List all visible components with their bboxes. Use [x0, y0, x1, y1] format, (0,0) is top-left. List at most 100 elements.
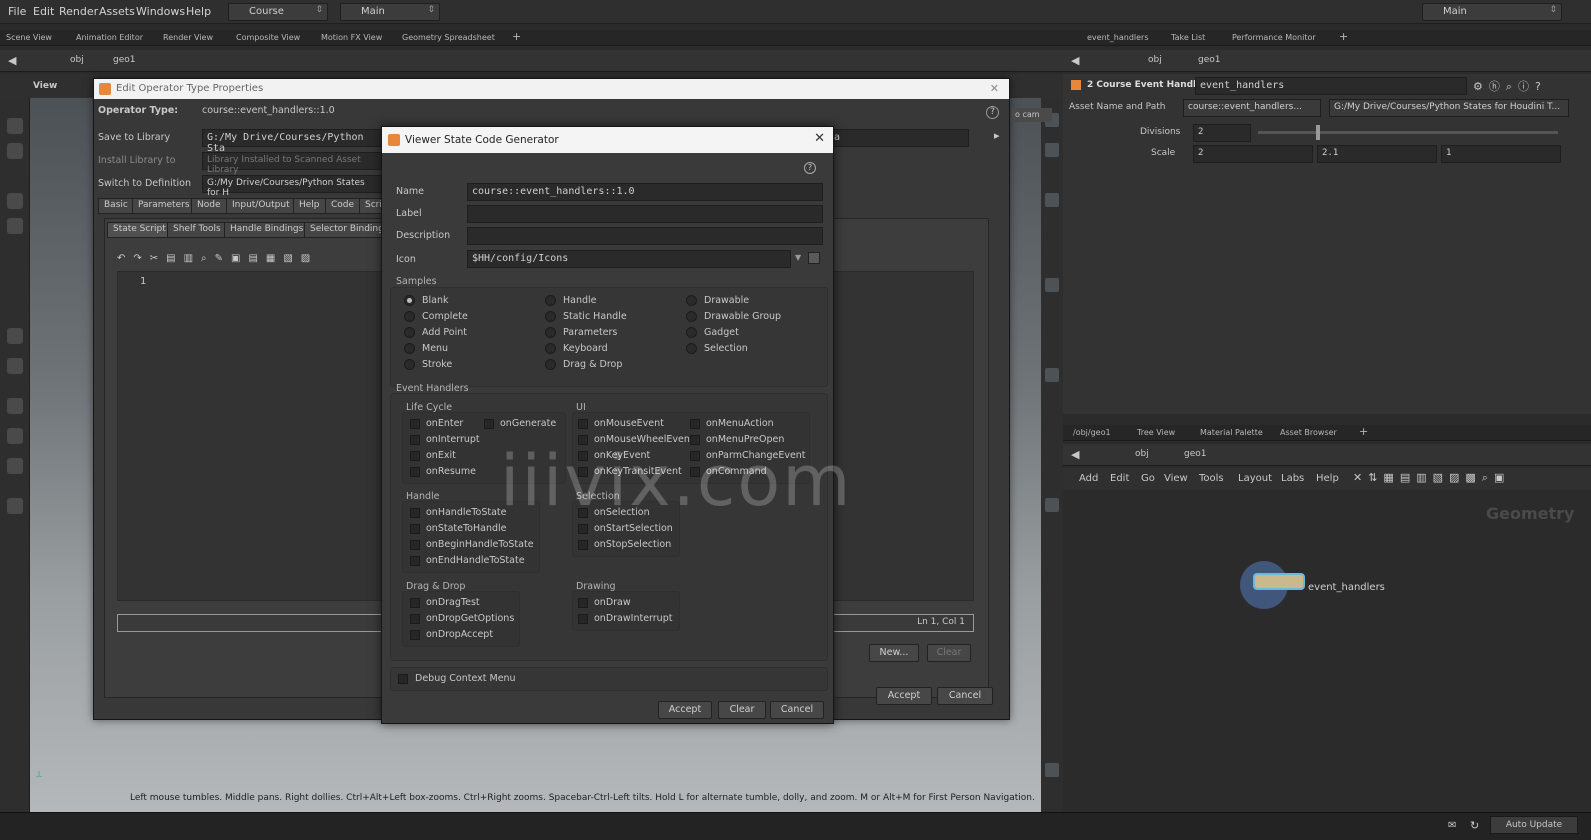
install-library-field[interactable]: Library Installed to Scanned Asset Libra…	[202, 152, 382, 175]
tab-tree-view[interactable]: Tree View	[1137, 428, 1175, 437]
net-menu-add[interactable]: Add	[1079, 473, 1098, 484]
sample-drag-drop-radio[interactable]	[545, 359, 556, 370]
on-draw-checkbox[interactable]	[578, 598, 588, 608]
path-root[interactable]: obj	[1148, 55, 1162, 65]
save-arrow-icon[interactable]: ▸	[994, 129, 1000, 142]
on-resume-checkbox[interactable]	[410, 467, 420, 477]
refresh-icon[interactable]: ↻	[1470, 819, 1479, 832]
view-menu[interactable]: View	[33, 81, 57, 91]
editor-toolbar-icons[interactable]: ↶↷✂▤▥⌕✎▣▤▦▧▨	[117, 253, 318, 264]
name-field[interactable]: course::event_handlers::1.0	[467, 183, 823, 201]
tab-input-output[interactable]: Input/Output	[226, 198, 296, 214]
network-toolbar-icons[interactable]: ✕⇅▦▤▥▧▨▩⌕▣	[1353, 471, 1510, 485]
sample-complete-radio[interactable]	[404, 311, 415, 322]
close-icon[interactable]: ✕	[814, 131, 825, 146]
slider-handle[interactable]	[1316, 125, 1320, 140]
on-stop-selection-checkbox[interactable]	[578, 540, 588, 550]
tab-obj-geo1[interactable]: /obj/geo1	[1073, 428, 1111, 437]
debug-context-menu-checkbox[interactable]	[398, 674, 408, 684]
tab-basic[interactable]: Basic	[98, 198, 134, 214]
tab-motion-fx-view[interactable]: Motion FX View	[321, 33, 382, 42]
select-tool-icon[interactable]	[7, 118, 23, 134]
desktop-combo[interactable]: Course ⇕	[228, 3, 328, 21]
tab-code[interactable]: Code	[325, 198, 361, 214]
sample-add-point-radio[interactable]	[404, 327, 415, 338]
tab-composite-view[interactable]: Composite View	[236, 33, 300, 42]
eye-icon[interactable]	[1045, 498, 1059, 512]
on-drag-test-checkbox[interactable]	[410, 598, 420, 608]
sample-keyboard-radio[interactable]	[545, 343, 556, 354]
net-menu-labs[interactable]: Labs	[1281, 473, 1304, 484]
on-exit-checkbox[interactable]	[410, 451, 420, 461]
sample-handle-radio[interactable]	[545, 295, 556, 306]
help-icon[interactable]: ?	[804, 162, 816, 174]
save-to-library-field-tail[interactable]: a	[829, 129, 969, 147]
light-icon[interactable]	[1045, 368, 1059, 382]
path-node[interactable]: geo1	[1184, 449, 1206, 459]
close-icon[interactable]: ✕	[990, 82, 999, 95]
back-arrow-icon[interactable]: ◀	[1071, 54, 1079, 67]
tab-help[interactable]: Help	[293, 198, 326, 214]
path-root[interactable]: obj	[1135, 449, 1149, 459]
sample-menu-radio[interactable]	[404, 343, 415, 354]
save-to-library-field[interactable]: G:/My Drive/Courses/Python Sta	[202, 129, 382, 154]
on-drop-accept-checkbox[interactable]	[410, 630, 420, 640]
add-tab-icon[interactable]: +	[1359, 425, 1368, 438]
net-menu-help[interactable]: Help	[1316, 473, 1339, 484]
icon-field[interactable]: $HH/config/Icons	[467, 250, 791, 268]
vscg-cancel-button[interactable]: Cancel	[770, 701, 824, 719]
switch-definition-field[interactable]: G:/My Drive/Courses/Python States for H	[202, 175, 382, 198]
layout-icon[interactable]	[1045, 763, 1059, 777]
on-generate-checkbox[interactable]	[484, 419, 494, 429]
menu-render[interactable]: Render	[59, 5, 98, 18]
view-tool-icon[interactable]	[7, 143, 23, 159]
magnet-icon[interactable]	[7, 428, 23, 444]
scale-x-field[interactable]: 2	[1193, 145, 1313, 163]
on-draw-interrupt-checkbox[interactable]	[578, 614, 588, 624]
sample-gadget-radio[interactable]	[686, 327, 697, 338]
main-combo-left[interactable]: Main ⇕	[340, 3, 440, 21]
add-tab-icon[interactable]: +	[1339, 30, 1348, 43]
add-tab-icon[interactable]: +	[512, 30, 521, 43]
pose-tool-icon[interactable]	[7, 193, 23, 209]
menu-windows[interactable]: Windows	[136, 5, 185, 18]
net-menu-tools[interactable]: Tools	[1199, 473, 1224, 484]
tab-scene-view[interactable]: Scene View	[6, 33, 52, 42]
on-mouse-event-checkbox[interactable]	[578, 419, 588, 429]
tab-node[interactable]: Node	[191, 198, 227, 214]
scale-z-field[interactable]: 1	[1441, 145, 1561, 163]
main-combo-right[interactable]: Main ⇕	[1422, 3, 1562, 21]
lock-tool-icon[interactable]	[7, 218, 23, 234]
tab-performance-monitor[interactable]: Performance Monitor	[1232, 33, 1316, 42]
camera-icon[interactable]	[7, 498, 23, 514]
icon-chooser-icon[interactable]	[808, 252, 820, 264]
path-node[interactable]: geo1	[113, 55, 135, 65]
camera-dropdown[interactable]: o cam	[1012, 108, 1052, 122]
tab-animation-editor[interactable]: Animation Editor	[76, 33, 143, 42]
handle-tool-icon[interactable]	[7, 328, 23, 344]
sample-drawable-group-radio[interactable]	[686, 311, 697, 322]
sphere-icon[interactable]	[7, 458, 23, 474]
eop-cancel-button[interactable]: Cancel	[937, 687, 993, 705]
on-drop-get-options-checkbox[interactable]	[410, 614, 420, 624]
tab-parameters[interactable]: Parameters	[132, 198, 196, 214]
help-icon[interactable]: ?	[986, 106, 999, 119]
subtab-shelf-tools[interactable]: Shelf Tools	[167, 222, 227, 238]
new-script-button[interactable]: New...	[869, 644, 919, 662]
param-toolbar-icons[interactable]: ⚙ⓗ⌕ⓘ?	[1473, 78, 1547, 94]
lock-icon[interactable]	[1045, 143, 1059, 157]
scale-y-field[interactable]: 2.1	[1317, 145, 1437, 163]
on-end-handle-to-state-checkbox[interactable]	[410, 556, 420, 566]
tab-render-view[interactable]: Render View	[163, 33, 213, 42]
on-enter-checkbox[interactable]	[410, 419, 420, 429]
net-menu-go[interactable]: Go	[1141, 473, 1155, 484]
asset-name-combo[interactable]: course::event_handlers...	[1183, 99, 1321, 117]
shading-icon[interactable]	[1045, 193, 1059, 207]
asset-path-combo[interactable]: G:/My Drive/Courses/Python States for Ho…	[1329, 99, 1569, 117]
on-interrupt-checkbox[interactable]	[410, 435, 420, 445]
event-handlers-node[interactable]	[1253, 573, 1305, 590]
clear-script-button[interactable]: Clear	[927, 644, 971, 662]
tab-take-list[interactable]: Take List	[1171, 33, 1205, 42]
sample-drawable-radio[interactable]	[686, 295, 697, 306]
grid-icon[interactable]	[1045, 278, 1059, 292]
